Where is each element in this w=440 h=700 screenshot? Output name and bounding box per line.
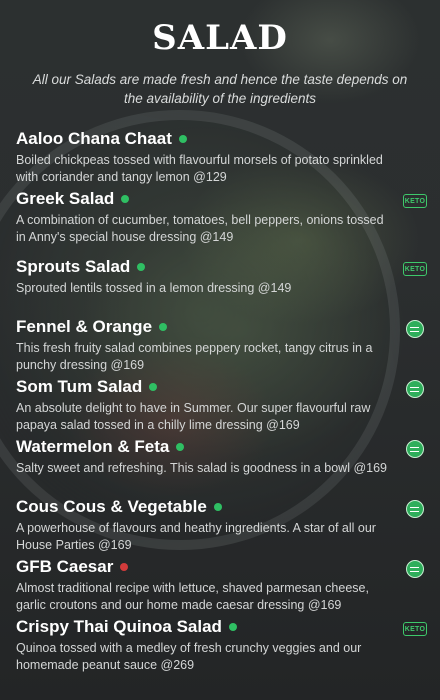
keto-badge-icon: KETO xyxy=(403,262,427,276)
item-name: Som Tum Salad xyxy=(16,377,143,396)
menu-item: GFB Caesar Almost traditional recipe wit… xyxy=(16,556,424,616)
veg-dot-icon xyxy=(159,323,168,331)
veg-dot-icon xyxy=(137,263,146,271)
item-name: Sprouts Salad xyxy=(16,257,131,276)
menu-item: Som Tum Salad An absolute delight to hav… xyxy=(16,376,424,436)
menu-item: Greek Salad A combination of cucumber, t… xyxy=(16,188,427,256)
item-name: GFB Caesar xyxy=(16,557,114,576)
menu-item: Watermelon & Feta Salty sweet and refres… xyxy=(16,436,424,496)
veg-dot-icon xyxy=(121,195,130,203)
veg-dot-icon xyxy=(149,383,158,391)
menu-item: Fennel & Orange This fresh fruity salad … xyxy=(16,316,424,376)
vegan-badge-icon xyxy=(406,380,424,398)
veg-dot-icon xyxy=(228,623,237,631)
item-description: A powerhouse of flavours and heathy ingr… xyxy=(16,521,376,552)
item-description: Salty sweet and refreshing. This salad i… xyxy=(16,461,388,475)
vegan-badge-icon xyxy=(406,560,424,578)
item-description: This fresh fruity salad combines peppery… xyxy=(16,341,373,372)
menu-item: Crispy Thai Quinoa Salad Quinoa tossed w… xyxy=(16,616,427,676)
veg-dot-icon xyxy=(178,135,187,143)
vegan-badge-icon xyxy=(406,500,424,518)
item-description: A combination of cucumber, tomatoes, bel… xyxy=(16,213,384,244)
item-name: Aaloo Chana Chaat xyxy=(16,129,172,148)
veg-dot-icon xyxy=(213,503,222,511)
page-subtitle: All our Salads are made fresh and hence … xyxy=(32,72,408,106)
menu-item: Cous Cous & Vegetable A powerhouse of fl… xyxy=(16,496,424,556)
item-name: Fennel & Orange xyxy=(16,317,153,336)
keto-badge-icon: KETO xyxy=(403,194,427,208)
menu-list: Aaloo Chana Chaat Boiled chickpeas tosse… xyxy=(16,128,427,676)
item-name: Greek Salad xyxy=(16,189,115,208)
item-description: An absolute delight to have in Summer. O… xyxy=(16,401,371,432)
menu-header: SALAD All our Salads are made fresh and … xyxy=(0,0,440,108)
keto-badge-icon: KETO xyxy=(403,622,427,636)
item-name: Crispy Thai Quinoa Salad xyxy=(16,617,222,636)
page-title: SALAD xyxy=(152,18,288,58)
item-description: Sprouted lentils tossed in a lemon dress… xyxy=(16,281,292,295)
veg-dot-icon xyxy=(176,443,185,451)
item-name: Cous Cous & Vegetable xyxy=(16,497,207,516)
item-name: Watermelon & Feta xyxy=(16,437,170,456)
item-description: Boiled chickpeas tossed with flavourful … xyxy=(16,153,383,184)
item-description: Almost traditional recipe with lettuce, … xyxy=(16,581,369,612)
menu-item: Aaloo Chana Chaat Boiled chickpeas tosse… xyxy=(16,128,421,188)
menu-item: Sprouts Salad Sprouted lentils tossed in… xyxy=(16,256,427,316)
vegan-badge-icon xyxy=(406,320,424,338)
item-description: Quinoa tossed with a medley of fresh cru… xyxy=(16,641,362,672)
vegan-badge-icon xyxy=(406,440,424,458)
nonveg-dot-icon xyxy=(120,563,129,571)
